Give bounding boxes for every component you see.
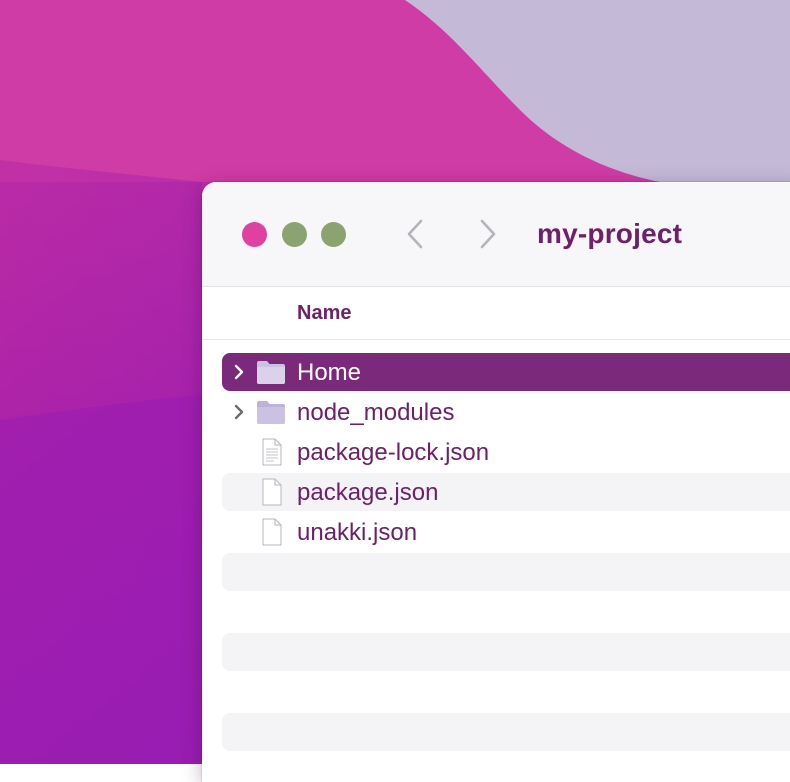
list-item-label: package.json — [297, 479, 439, 506]
list-item-label: unakki.json — [297, 519, 418, 546]
file-list: Name Home node_modules package-lock.json… — [202, 287, 790, 782]
chevron-right-icon[interactable] — [232, 403, 246, 421]
list-item-package-json[interactable]: package.json — [222, 473, 790, 511]
empty-row — [222, 633, 790, 671]
window-title: my-project — [537, 218, 683, 249]
folder-icon — [257, 361, 285, 384]
list-item-label: package-lock.json — [297, 439, 490, 466]
back-button[interactable] — [401, 218, 431, 250]
empty-row — [222, 713, 790, 751]
close-window-button[interactable] — [242, 222, 267, 247]
list-item-home[interactable]: Home — [222, 353, 790, 391]
finder-window[interactable]: my-project Name Home node_modules packag… — [202, 182, 790, 782]
column-header-name[interactable]: Name — [202, 287, 790, 340]
list-item-label: node_modules — [297, 399, 455, 426]
chevron-right-icon — [480, 219, 496, 249]
list-item-node-modules[interactable]: node_modules — [222, 393, 790, 431]
chevron-right-icon[interactable] — [232, 363, 246, 381]
chevron-left-icon — [407, 219, 423, 249]
toolbar: my-project — [202, 182, 790, 287]
list-item-label: Home — [297, 359, 362, 386]
forward-button[interactable] — [472, 218, 502, 250]
minimize-window-button[interactable] — [282, 222, 307, 247]
file-icon — [262, 478, 282, 506]
list-item-unakki-json[interactable]: unakki.json — [222, 513, 790, 551]
zoom-window-button[interactable] — [321, 222, 346, 247]
column-header-label: Name — [297, 302, 352, 324]
list-item-package-lock-json[interactable]: package-lock.json — [222, 433, 790, 471]
folder-icon — [257, 401, 285, 424]
file-icon — [262, 518, 282, 546]
text-file-icon — [262, 438, 282, 466]
empty-row — [222, 553, 790, 591]
